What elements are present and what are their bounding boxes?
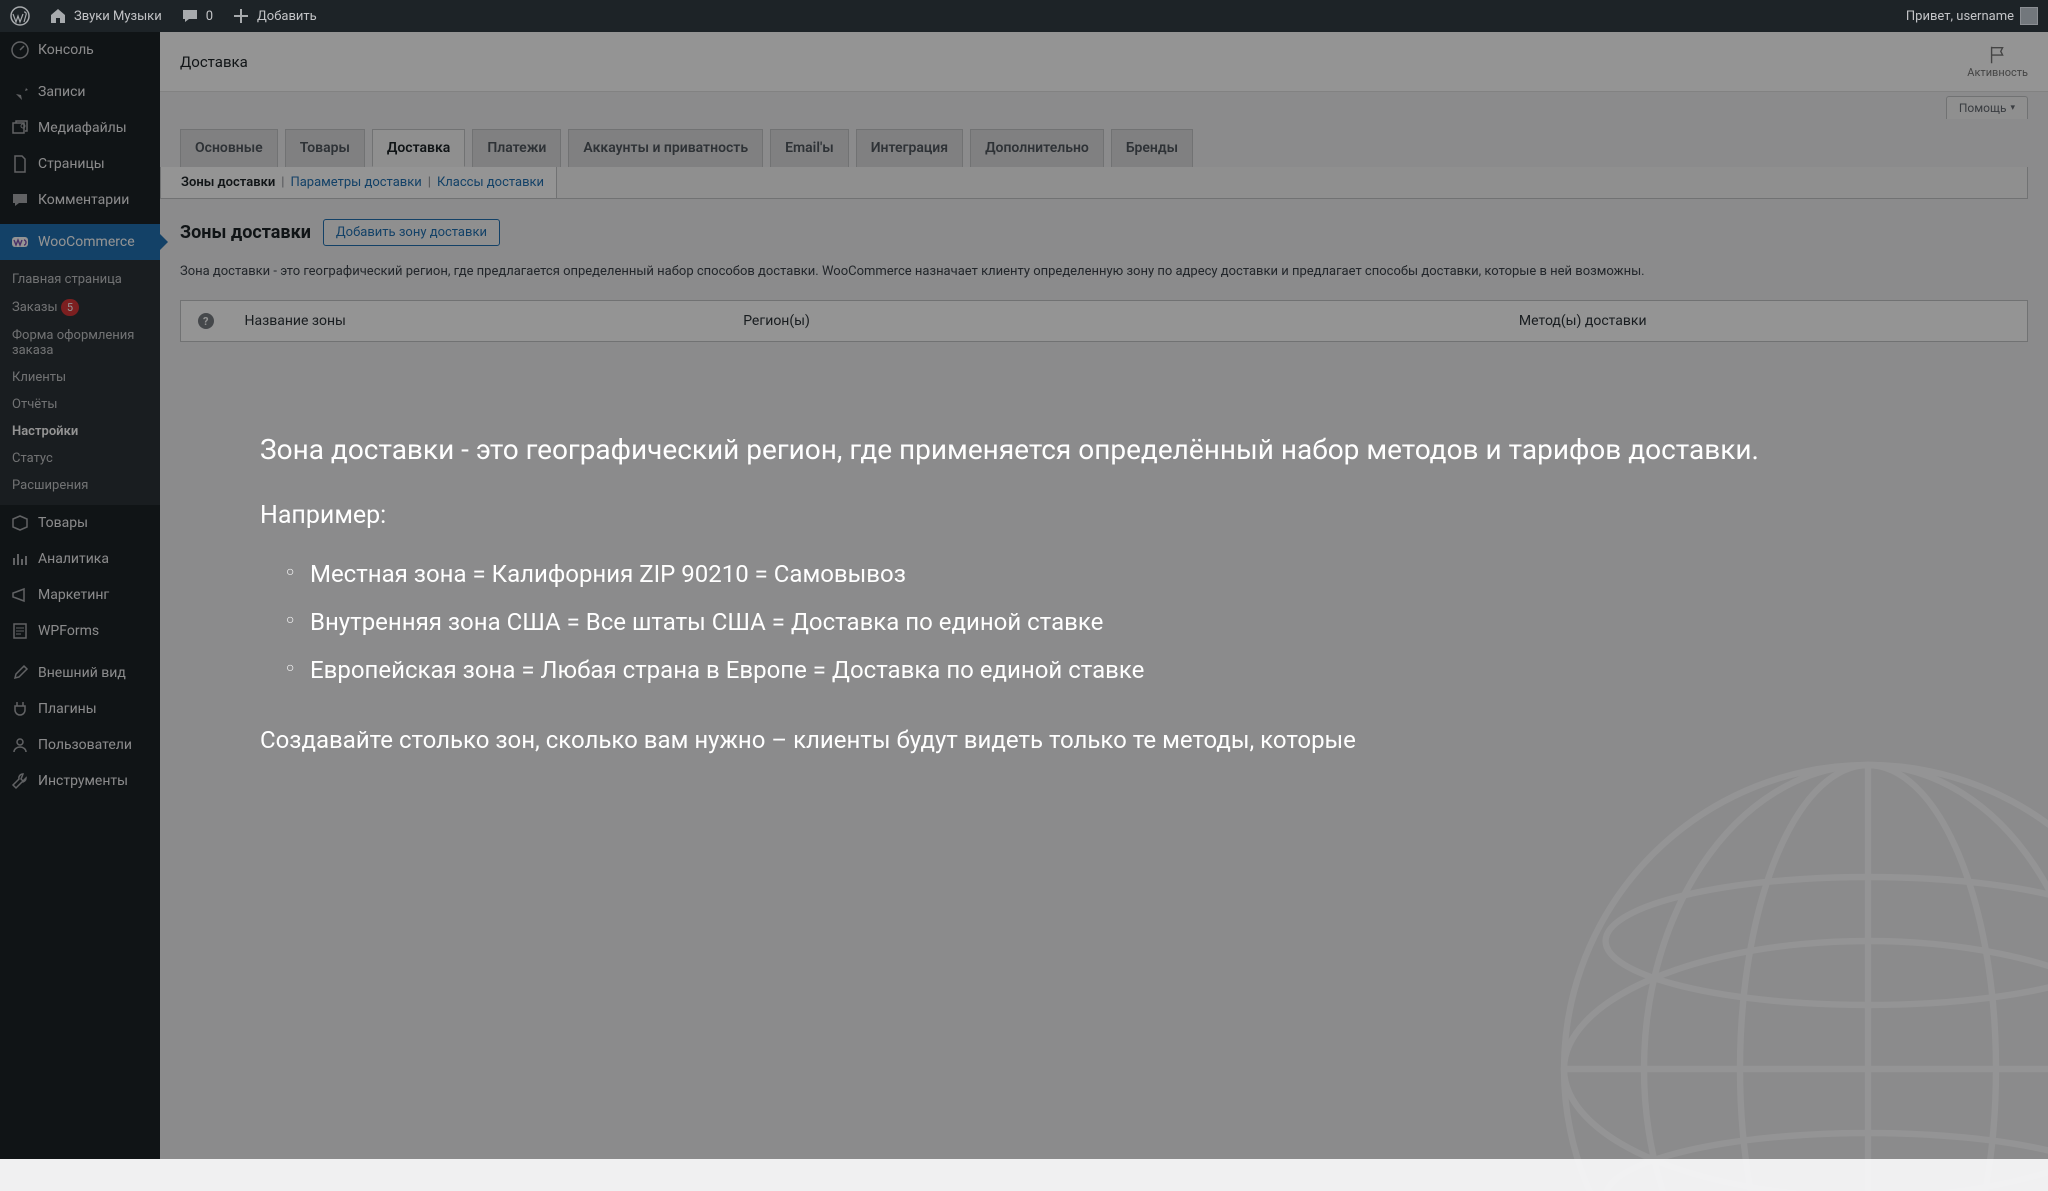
globe-decoration [1548, 749, 2048, 1191]
menu-plugins[interactable]: Плагины [0, 691, 160, 727]
menu-posts[interactable]: Записи [0, 74, 160, 110]
settings-tabs: Основные Товары Доставка Платежи Аккаунт… [180, 129, 2028, 167]
submenu-home[interactable]: Главная страница [0, 266, 160, 293]
howdy-text: Привет, username [1906, 9, 2014, 24]
media-icon [10, 118, 30, 138]
section-header: Зоны доставки Добавить зону доставки [180, 219, 2028, 246]
flag-icon [1987, 44, 2009, 66]
comments-link[interactable]: 0 [180, 6, 213, 26]
col-region: Регион(ы) [729, 300, 1505, 342]
wrench-icon [10, 771, 30, 791]
pin-icon [10, 82, 30, 102]
comment-icon [180, 6, 200, 26]
callout-footer: Создавайте столько зон, сколько вам нужн… [260, 722, 1968, 758]
woocommerce-submenu: Главная страница Заказы 5 Форма оформлен… [0, 260, 160, 505]
wp-logo[interactable] [10, 6, 30, 26]
tab-integration[interactable]: Интеграция [856, 129, 963, 167]
wordpress-icon [10, 6, 30, 26]
add-new-label: Добавить [257, 9, 317, 24]
chevron-down-icon: ▾ [2010, 103, 2015, 113]
megaphone-icon [10, 585, 30, 605]
admin-bar: Звуки Музыки 0 Добавить Привет, username [0, 0, 2048, 32]
section-intro: Зона доставки - это географический регио… [180, 262, 2028, 282]
help-icon[interactable]: ? [198, 313, 214, 329]
submenu-orders[interactable]: Заказы 5 [0, 293, 160, 322]
menu-woocommerce[interactable]: WooCommerce [0, 224, 160, 260]
menu-users[interactable]: Пользователи [0, 727, 160, 763]
add-zone-button[interactable]: Добавить зону доставки [323, 219, 500, 246]
page-header: Доставка Активность [160, 32, 2048, 92]
callout-examples: Местная зона = Калифорния ZIP 90210 = Са… [286, 550, 1968, 694]
home-icon [48, 6, 68, 26]
tab-advanced[interactable]: Дополнительно [970, 129, 1104, 167]
plus-icon [231, 6, 251, 26]
dashboard-icon [10, 40, 30, 60]
activity-button[interactable]: Активность [1967, 44, 2028, 79]
submenu-reports[interactable]: Отчёты [0, 391, 160, 418]
help-bar: Помощь ▾ [160, 92, 2048, 119]
site-link[interactable]: Звуки Музыки [48, 6, 162, 26]
col-help: ? [181, 300, 231, 342]
subtab-options[interactable]: Параметры доставки [290, 175, 421, 190]
shipping-subtabs: Зоны доставки | Параметры доставки | Кла… [160, 167, 557, 199]
subtab-classes[interactable]: Классы доставки [437, 175, 544, 190]
menu-tools[interactable]: Инструменты [0, 763, 160, 799]
current-marker [160, 234, 168, 250]
page-icon [10, 154, 30, 174]
brush-icon [10, 663, 30, 683]
zones-table: ? Название зоны Регион(ы) Метод(ы) доста… [180, 300, 2028, 343]
chart-icon [10, 549, 30, 569]
submenu-customers[interactable]: Клиенты [0, 364, 160, 391]
site-title: Звуки Музыки [74, 9, 162, 24]
submenu-settings[interactable]: Настройки [0, 418, 160, 445]
col-methods: Метод(ы) доставки [1505, 300, 2028, 342]
menu-media[interactable]: Медиафайлы [0, 110, 160, 146]
subtab-zones[interactable]: Зоны доставки [181, 175, 275, 190]
tab-emails[interactable]: Email'ы [770, 129, 849, 167]
submenu-checkout[interactable]: Форма оформления заказа [0, 322, 160, 364]
tab-general[interactable]: Основные [180, 129, 278, 167]
section-heading: Зоны доставки [180, 222, 311, 243]
menu-marketing[interactable]: Маркетинг [0, 577, 160, 613]
help-tab[interactable]: Помощь ▾ [1946, 96, 2028, 119]
tab-accounts[interactable]: Аккаунты и приватность [568, 129, 763, 167]
product-icon [10, 513, 30, 533]
users-icon [10, 735, 30, 755]
plugin-icon [10, 699, 30, 719]
menu-analytics[interactable]: Аналитика [0, 541, 160, 577]
menu-comments[interactable]: Комментарии [0, 182, 160, 218]
onboarding-callout: Зона доставки - это географический регио… [260, 430, 1968, 758]
menu-dashboard[interactable]: Консоль [0, 32, 160, 68]
callout-for-example: Например: [260, 501, 1968, 530]
howdy-link[interactable]: Привет, username [1906, 7, 2038, 25]
tab-products[interactable]: Товары [285, 129, 365, 167]
page-title: Доставка [180, 53, 248, 71]
callout-ex2: Внутренняя зона США = Все штаты США = До… [286, 598, 1968, 646]
menu-products[interactable]: Товары [0, 505, 160, 541]
comments-count: 0 [206, 9, 213, 24]
admin-sidebar: Консоль Записи Медиафайлы Страницы Комме… [0, 32, 160, 1159]
callout-ex3: Европейская зона = Любая страна в Европе… [286, 646, 1968, 694]
menu-pages[interactable]: Страницы [0, 146, 160, 182]
tab-shipping[interactable]: Доставка [372, 129, 465, 167]
callout-headline: Зона доставки - это географический регио… [260, 430, 1968, 471]
menu-appearance[interactable]: Внешний вид [0, 655, 160, 691]
content-area: Доставка Активность Помощь ▾ Основные То… [160, 32, 2048, 362]
col-name: Название зоны [231, 300, 730, 342]
comment-icon [10, 190, 30, 210]
tab-payments[interactable]: Платежи [472, 129, 561, 167]
orders-badge: 5 [61, 299, 79, 316]
menu-wpforms[interactable]: WPForms [0, 613, 160, 649]
submenu-extensions[interactable]: Расширения [0, 472, 160, 499]
submenu-status[interactable]: Статус [0, 445, 160, 472]
globe-icon [1548, 749, 2048, 1191]
tab-brands[interactable]: Бренды [1111, 129, 1193, 167]
callout-ex1: Местная зона = Калифорния ZIP 90210 = Са… [286, 550, 1968, 598]
new-content-link[interactable]: Добавить [231, 6, 317, 26]
avatar [2020, 7, 2038, 25]
woocommerce-icon [10, 232, 30, 252]
form-icon [10, 621, 30, 641]
